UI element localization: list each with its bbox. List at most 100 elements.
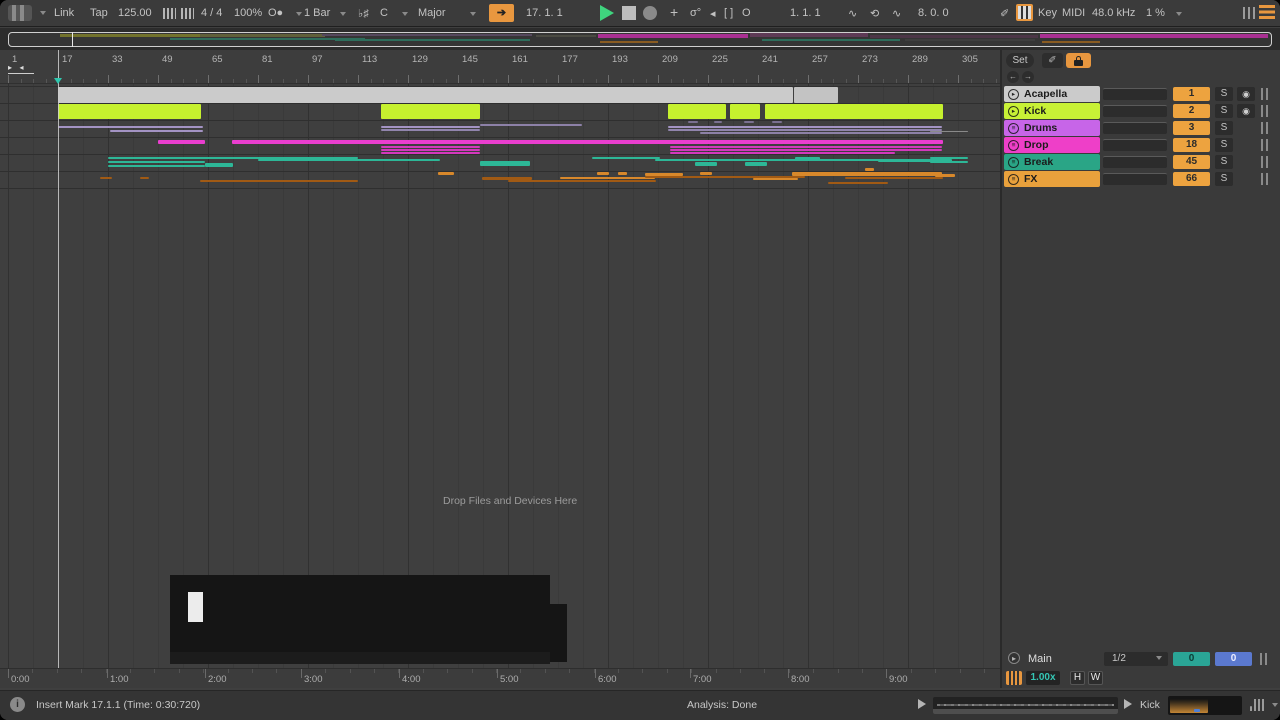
track-solo-button[interactable]: S xyxy=(1215,121,1233,135)
track-name-box[interactable]: ≡FX xyxy=(1004,171,1100,187)
track-number-box[interactable]: 45 xyxy=(1173,155,1210,169)
clip[interactable] xyxy=(655,159,895,161)
clip[interactable] xyxy=(765,104,943,119)
clip[interactable] xyxy=(560,177,655,179)
clip[interactable] xyxy=(670,146,942,148)
track-name-box[interactable]: ≡Drums xyxy=(1004,120,1100,136)
track-fader[interactable] xyxy=(1103,139,1167,151)
clip[interactable] xyxy=(58,87,793,103)
draw-mode-icon[interactable]: ✐ xyxy=(1000,7,1009,20)
track-arm-button[interactable]: ◉ xyxy=(1237,104,1255,118)
clip[interactable] xyxy=(828,182,888,184)
clip[interactable] xyxy=(772,121,782,123)
cpu-caret-icon[interactable] xyxy=(1176,12,1182,16)
group-lines-icon[interactable]: ≡ xyxy=(1008,157,1019,168)
clip[interactable] xyxy=(865,168,874,171)
track-solo-button[interactable]: S xyxy=(1215,155,1233,169)
group-lines-icon[interactable]: ≡ xyxy=(1008,123,1019,134)
level-caret-icon[interactable] xyxy=(1272,703,1278,707)
loop-start-field[interactable]: 1. 1. 1 xyxy=(790,7,821,19)
clip[interactable] xyxy=(670,149,942,151)
track-name-box[interactable]: ≡Break xyxy=(1004,154,1100,170)
back-arrow-button[interactable]: ← xyxy=(1007,71,1019,83)
punch-in-icon[interactable]: ∿ xyxy=(848,7,857,20)
clip[interactable] xyxy=(258,159,440,161)
track-solo-button[interactable]: S xyxy=(1215,172,1233,186)
clip[interactable] xyxy=(845,177,943,179)
loop-switch-icon[interactable]: ⟲ xyxy=(870,7,879,20)
group-lines-icon[interactable]: ≡ xyxy=(1008,140,1019,151)
clip[interactable] xyxy=(597,172,609,175)
track-solo-button[interactable]: S xyxy=(1215,87,1233,101)
clip[interactable] xyxy=(753,178,798,180)
nudge-down-icon[interactable] xyxy=(163,7,180,19)
playback-speed-value[interactable]: 1.00x xyxy=(1026,671,1060,685)
audition-speaker-icon[interactable] xyxy=(1006,671,1022,685)
main-send-b-value[interactable]: 0 xyxy=(1215,652,1252,666)
clip[interactable] xyxy=(158,140,205,144)
preview-waveform[interactable] xyxy=(933,697,1118,714)
clip[interactable] xyxy=(668,129,942,131)
clip[interactable] xyxy=(730,104,760,119)
scale-root-caret-icon[interactable] xyxy=(402,12,408,16)
arrangement-lanes[interactable]: Drop Files and Devices Here 8/1 xyxy=(0,84,1000,668)
clip[interactable] xyxy=(108,165,205,167)
metronome-caret-icon[interactable] xyxy=(296,12,302,16)
group-lines-icon[interactable]: ≡ xyxy=(1008,174,1019,185)
track-number-box[interactable]: 1 xyxy=(1173,87,1210,101)
clip[interactable] xyxy=(480,124,582,126)
time-signature-field[interactable]: 4 / 4 xyxy=(201,7,222,19)
loop-length-field[interactable]: 8. 0. 0 xyxy=(918,7,949,19)
automation-arm-icon[interactable]: σ° xyxy=(690,7,701,19)
clip[interactable] xyxy=(745,162,767,166)
record-button[interactable] xyxy=(643,6,657,20)
clip[interactable] xyxy=(794,87,838,103)
clip[interactable] xyxy=(695,162,717,166)
scale-icon[interactable]: ♭♯ xyxy=(358,7,369,20)
arrangement-overview[interactable] xyxy=(0,28,1280,50)
clip[interactable] xyxy=(935,174,955,177)
play-button[interactable] xyxy=(600,5,614,21)
quantize-caret-icon[interactable] xyxy=(340,12,346,16)
clip[interactable] xyxy=(618,172,627,175)
track-name-box[interactable]: ▸Kick xyxy=(1004,103,1100,119)
level-bars-icon[interactable] xyxy=(1250,699,1264,711)
clip[interactable] xyxy=(480,161,530,166)
scale-name-caret-icon[interactable] xyxy=(470,12,476,16)
clip[interactable] xyxy=(714,121,722,123)
width-button[interactable]: W xyxy=(1088,671,1103,685)
clip[interactable] xyxy=(58,126,203,128)
clip[interactable] xyxy=(670,152,895,154)
follow-button[interactable]: ➔ xyxy=(489,4,514,22)
loop-selection-icon[interactable]: [ ] xyxy=(724,7,733,19)
track-number-box[interactable]: 3 xyxy=(1173,121,1210,135)
link-button[interactable]: Link xyxy=(54,7,74,19)
clip[interactable] xyxy=(381,146,480,148)
track-number-box[interactable]: 18 xyxy=(1173,138,1210,152)
track-solo-button[interactable]: S xyxy=(1215,138,1233,152)
loop-start-end-markers[interactable]: ▸ ◂ xyxy=(8,62,34,74)
clip[interactable] xyxy=(792,172,942,176)
hamburger-menu-icon[interactable] xyxy=(1259,5,1275,19)
clip[interactable] xyxy=(930,131,968,132)
pencil-button[interactable]: ✐ xyxy=(1042,53,1063,68)
clip[interactable] xyxy=(381,104,480,119)
tap-tempo-button[interactable]: Tap xyxy=(90,7,108,19)
clip[interactable] xyxy=(110,130,203,132)
clip[interactable] xyxy=(700,172,712,175)
clip-waveform-thumbnail[interactable] xyxy=(1168,696,1242,715)
track-number-box[interactable]: 66 xyxy=(1173,172,1210,186)
scale-name-menu[interactable]: Major xyxy=(418,7,446,19)
unfold-play-icon[interactable]: ▸ xyxy=(1008,89,1019,100)
clip[interactable] xyxy=(438,172,454,175)
scale-root-menu[interactable]: C xyxy=(380,7,388,19)
bar-ruler[interactable]: 1173349658197113129145161177193209225241… xyxy=(0,50,1000,84)
clip[interactable] xyxy=(930,157,968,159)
main-send-a-value[interactable]: 0 xyxy=(1173,652,1210,666)
clip[interactable] xyxy=(381,152,480,154)
clip[interactable] xyxy=(688,121,698,123)
computer-midi-keyboard-icon[interactable] xyxy=(1016,4,1033,21)
time-ruler[interactable]: 0:001:002:003:004:005:006:007:008:009:00 xyxy=(0,668,1000,688)
clip[interactable] xyxy=(795,157,820,161)
unfold-play-icon[interactable]: ▸ xyxy=(1008,106,1019,117)
